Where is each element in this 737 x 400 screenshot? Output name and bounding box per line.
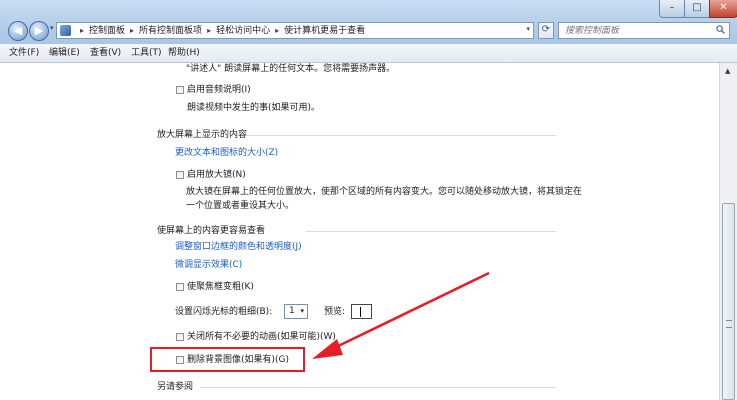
cursor-preview [351,304,372,319]
audio-description-hint: 朗读视频中发生的事(如果可用)。 [187,103,321,113]
section-divider [306,231,556,232]
thick-focus-label[interactable]: 使聚焦框变粗(K) [187,281,254,293]
menu-help[interactable]: 帮助(H) [168,47,200,59]
cursor-width-value: 1 [289,306,295,316]
audio-description-checkbox[interactable] [176,86,184,94]
cursor-width-label: 设置闪烁光标的粗细(B): [175,307,273,317]
magnify-section-heading: 放大屏幕上显示的内容 [157,130,248,140]
breadcrumb-separator[interactable]: ▸ [80,26,84,35]
breadcrumb-all-items[interactable]: 所有控制面板项 [139,26,202,36]
menu-file[interactable]: 文件(F) [9,47,39,59]
address-bar[interactable]: ▸ 控制面板 ▸ 所有控制面板项 ▸ 轻松访问中心 ▸ 使计算机更易于查看 ▾ [56,22,534,39]
breadcrumb-make-easier-to-see[interactable]: 使计算机更易于查看 [284,26,365,36]
forward-button[interactable]: ▶ [29,21,49,41]
menu-view[interactable]: 查看(V) [90,47,121,59]
address-dropdown-icon[interactable]: ▾ [526,25,530,33]
chevron-down-icon[interactable]: ▾ [300,305,304,318]
menu-tools[interactable]: 工具(T) [131,47,162,59]
magnifier-description-line1: 放大镜在屏幕上的任何位置放大，使那个区域的所有内容变大。您可以随处移动放大镜，将… [186,187,583,197]
search-icon[interactable] [716,25,725,34]
disable-animations-label[interactable]: 关闭所有不必要的动画(如果可能)(W) [187,331,336,343]
minimize-button[interactable]: – [659,0,685,18]
easier-to-see-section-heading: 使屏幕上的内容更容易查看 [157,226,266,236]
search-box[interactable] [558,22,730,39]
section-divider [200,387,556,388]
search-input[interactable] [565,23,705,38]
menu-edit[interactable]: 编辑(E) [49,47,80,59]
see-also-heading: 另请参阅 [157,382,194,392]
disable-animations-checkbox[interactable] [176,333,184,341]
refresh-button[interactable]: ⟳ [538,22,554,39]
breadcrumb: ▸ 控制面板 ▸ 所有控制面板项 ▸ 轻松访问中心 ▸ 使计算机更易于查看 [75,24,365,38]
audio-description-label[interactable]: 启用音频说明(I) [187,84,251,96]
breadcrumb-ease-of-access[interactable]: 轻松访问中心 [216,26,270,36]
cursor-width-select[interactable]: 1 ▾ [284,304,308,319]
narrator-description: "讲述人" 朗读屏幕上的任何文本。您将需要扬声器。 [186,64,396,74]
title-address-bar: – □ ✕ ◀ ▶ ▾ ▸ 控制面板 ▸ 所有控制面板项 ▸ 轻松访问中心 ▸ 使计算机更易于… [0,0,737,44]
breadcrumb-control-panel[interactable]: 控制面板 [89,26,125,36]
scrollbar-thumb[interactable] [722,203,735,400]
magnifier-label[interactable]: 启用放大镜(N) [187,169,246,181]
control-panel-icon [60,25,71,36]
window-color-link[interactable]: 调整窗口边框的颜色和透明度(J) [175,241,302,253]
recent-pages-dropdown[interactable]: ▾ [50,24,54,32]
grip-icon [726,320,732,328]
annotation-highlight-box [150,347,305,372]
close-button[interactable]: ✕ [709,0,737,18]
back-button[interactable]: ◀ [8,21,28,41]
menu-bar: 文件(F) 编辑(E) 查看(V) 工具(T) 帮助(H) [0,44,737,63]
thick-focus-checkbox[interactable] [176,283,184,291]
fine-tune-display-link[interactable]: 微调显示效果(C) [175,259,242,271]
scroll-up-arrow-icon[interactable]: ▲ [725,67,730,75]
breadcrumb-separator[interactable]: ▸ [207,26,211,35]
section-divider [247,135,556,136]
text-cursor-icon [360,307,361,317]
magnifier-checkbox[interactable] [176,171,184,179]
vertical-scrollbar[interactable]: ▲ [719,63,737,400]
magnifier-description-line2: 一个位置或者重设其大小。 [186,201,295,211]
preview-label: 预览: [324,307,346,317]
breadcrumb-separator[interactable]: ▸ [130,26,134,35]
maximize-button[interactable]: □ [684,0,710,18]
settings-panel: "讲述人" 朗读屏幕上的任何文本。您将需要扬声器。 启用音频说明(I) 朗读视频… [0,63,719,400]
change-text-size-link[interactable]: 更改文本和图标的大小(Z) [175,147,278,159]
breadcrumb-separator[interactable]: ▸ [275,26,279,35]
